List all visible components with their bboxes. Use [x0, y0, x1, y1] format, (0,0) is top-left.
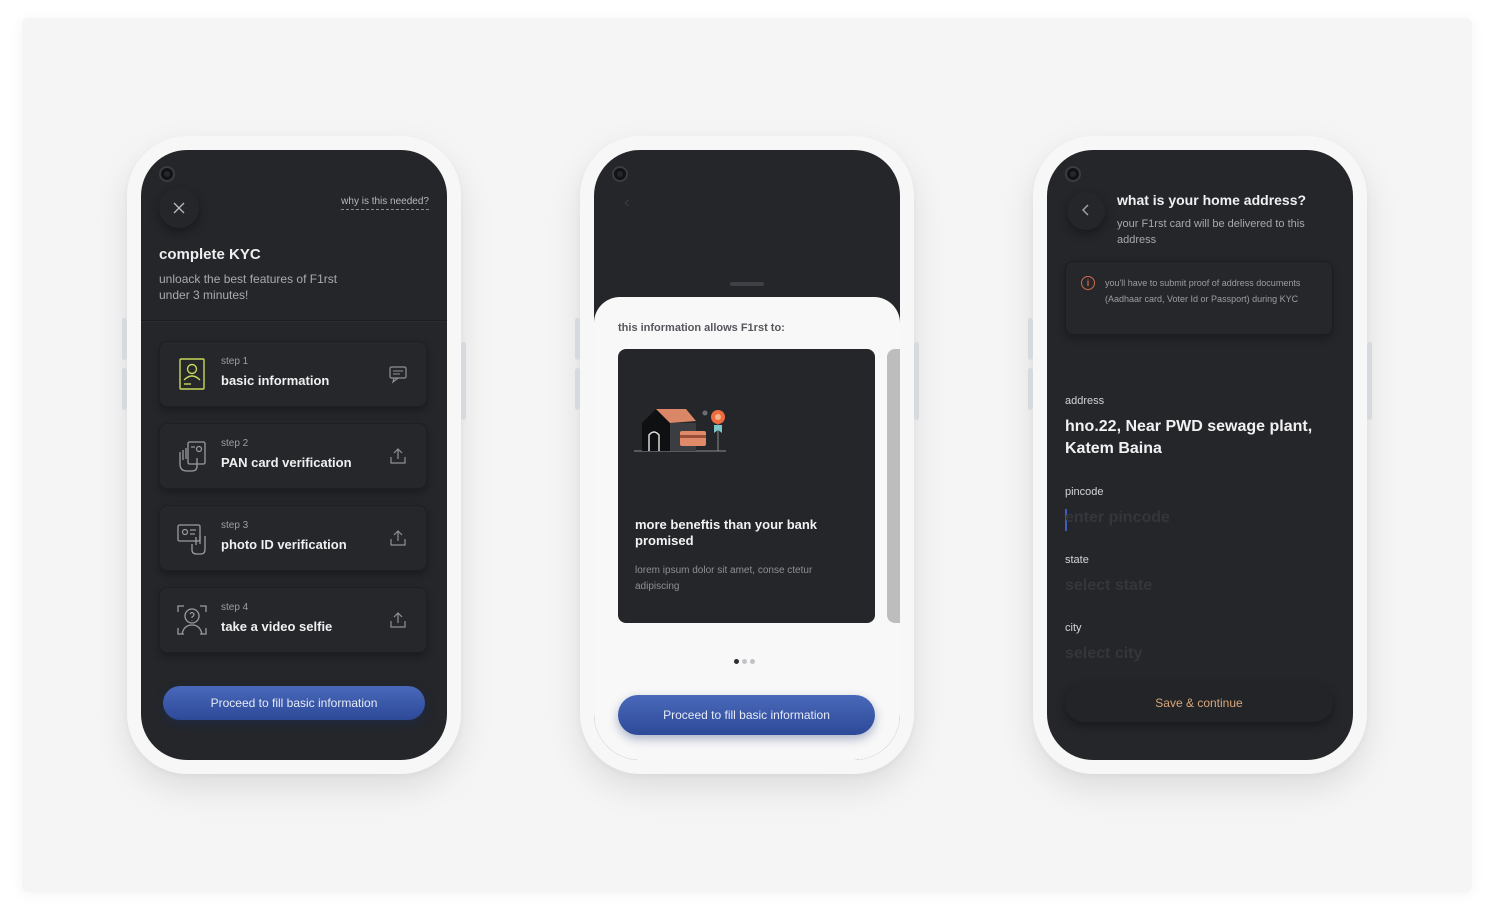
- upload-icon[interactable]: [388, 528, 408, 548]
- chat-icon[interactable]: [388, 364, 408, 384]
- address-proof-notice: i you'll have to submit proof of address…: [1065, 261, 1333, 335]
- step-label: step 1: [221, 356, 249, 367]
- volume-up-button: [122, 318, 127, 360]
- step-label: step 2: [221, 438, 249, 449]
- address-field[interactable]: hno.22, Near PWD sewage plant, Katem Bai…: [1065, 416, 1315, 460]
- page-subtitle: your F1rst card will be delivered to thi…: [1117, 218, 1305, 246]
- face-scan-icon: [177, 605, 207, 635]
- hand-card-icon: [179, 441, 206, 472]
- camera-icon: [1065, 166, 1081, 182]
- state-select[interactable]: select state: [1065, 577, 1152, 595]
- camera-icon: [612, 166, 628, 182]
- screen: what is your home address? your F1rst ca…: [1047, 150, 1353, 760]
- carousel-pagination: [734, 659, 755, 664]
- benefit-card[interactable]: more beneftis than your bank promised lo…: [618, 349, 875, 623]
- power-button: [461, 342, 466, 420]
- state-label: state: [1065, 554, 1089, 566]
- step-card-basic-information[interactable]: step 1 basic information: [159, 341, 427, 407]
- back-chevron-icon: ‹: [624, 194, 630, 211]
- phone-benefits-sheet: ‹ this information allows F1rst to: more…: [575, 136, 919, 774]
- page-title: what is your home address?: [1117, 192, 1307, 208]
- step-card-video-selfie[interactable]: step 4 take a video selfie: [159, 587, 427, 653]
- step-card-pan-verification[interactable]: step 2 PAN card verification: [159, 423, 427, 489]
- benefit-card-description: lorem ipsum dolor sit amet, conse ctetur…: [635, 565, 813, 592]
- next-card-peek[interactable]: [887, 349, 900, 623]
- volume-down-button: [122, 368, 127, 410]
- close-button[interactable]: [159, 188, 199, 228]
- id-card-icon: [179, 358, 205, 390]
- upload-icon[interactable]: [388, 446, 408, 466]
- sheet-label: this information allows F1rst to:: [618, 322, 785, 334]
- step-label: step 4: [221, 602, 249, 613]
- address-label: address: [1065, 395, 1105, 407]
- back-button[interactable]: [1067, 192, 1105, 230]
- page-subtitle: unloack the best features of F1rst under…: [159, 272, 338, 302]
- step-name: photo ID verification: [221, 537, 347, 552]
- volume-up-button: [1028, 318, 1033, 360]
- screen: ‹ this information allows F1rst to: more…: [594, 150, 900, 760]
- step-name: basic information: [221, 373, 330, 388]
- info-icon: i: [1081, 276, 1095, 290]
- hand-id-icon: [177, 524, 206, 555]
- step-name: take a video selfie: [221, 619, 333, 634]
- pagination-dot-active[interactable]: [734, 659, 739, 664]
- step-card-photo-id-verification[interactable]: step 3 photo ID verification: [159, 505, 427, 571]
- power-button: [1367, 342, 1372, 420]
- divider: [141, 320, 447, 321]
- volume-up-button: [575, 318, 580, 360]
- step-name: PAN card verification: [221, 455, 352, 470]
- city-select[interactable]: select city: [1065, 645, 1142, 663]
- chevron-left-icon: [1082, 203, 1090, 219]
- proceed-button[interactable]: Proceed to fill basic information: [163, 686, 425, 720]
- pincode-label: pincode: [1065, 486, 1104, 498]
- sheet-drag-handle[interactable]: [730, 282, 764, 286]
- volume-down-button: [575, 368, 580, 410]
- bottom-sheet: this information allows F1rst to: more b…: [594, 297, 900, 760]
- notice-text: you'll have to submit proof of address d…: [1105, 278, 1301, 304]
- upload-icon[interactable]: [388, 610, 408, 630]
- proceed-button[interactable]: Proceed to fill basic information: [618, 695, 875, 735]
- screen: why is this needed? complete KYC unloack…: [141, 150, 447, 760]
- volume-down-button: [1028, 368, 1033, 410]
- pincode-input[interactable]: enter pincode: [1065, 509, 1170, 527]
- close-icon: [173, 197, 185, 220]
- step-label: step 3: [221, 520, 249, 531]
- house-card-icon: [634, 409, 726, 452]
- save-continue-button[interactable]: Save & continue: [1065, 684, 1333, 722]
- city-label: city: [1065, 622, 1082, 634]
- phone-home-address: what is your home address? your F1rst ca…: [1028, 136, 1372, 774]
- pagination-dot[interactable]: [742, 659, 747, 664]
- why-needed-link[interactable]: why is this needed?: [341, 196, 429, 210]
- camera-icon: [159, 166, 175, 182]
- page-title: complete KYC: [159, 246, 261, 263]
- benefit-card-title: more beneftis than your bank promised: [635, 517, 818, 548]
- phone-kyc-steps: why is this needed? complete KYC unloack…: [122, 136, 466, 774]
- power-button: [914, 342, 919, 420]
- pagination-dot[interactable]: [750, 659, 755, 664]
